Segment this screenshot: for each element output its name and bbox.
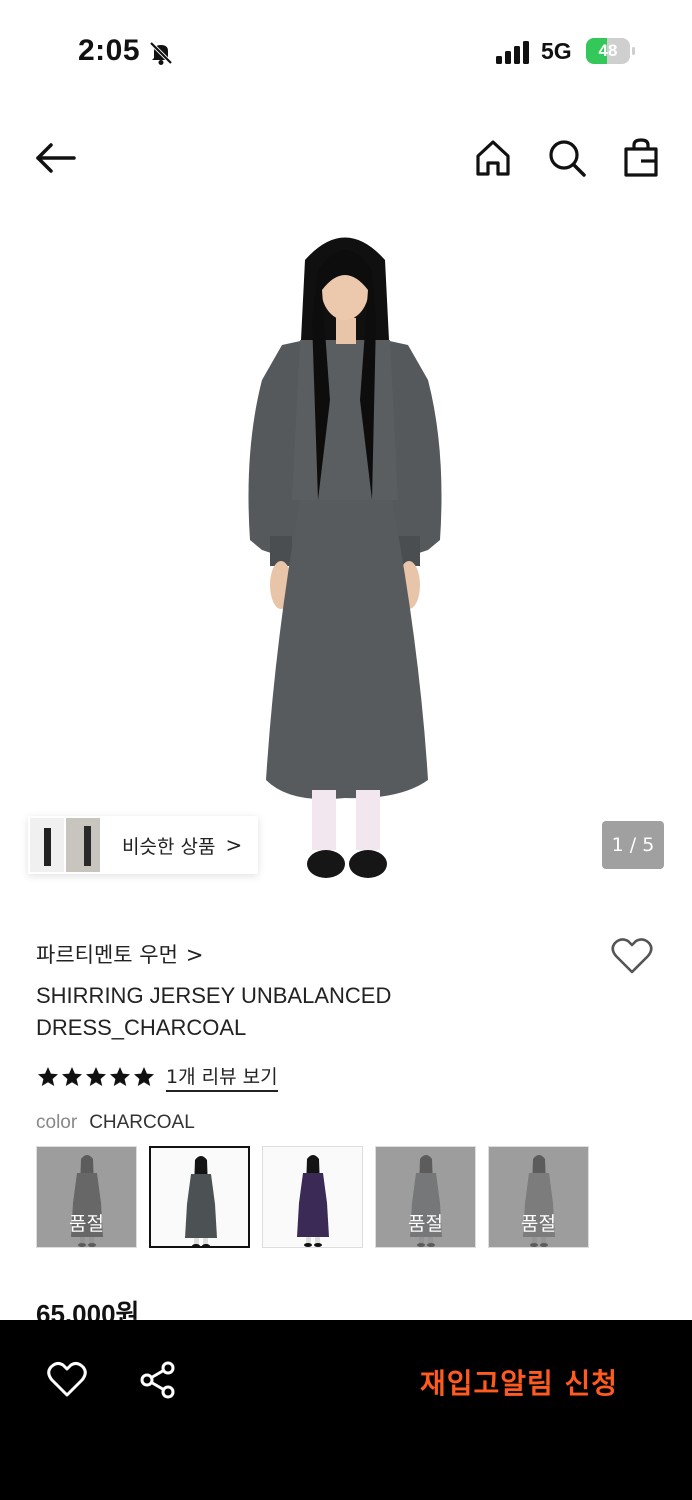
shopping-bag-button[interactable] xyxy=(619,136,663,180)
share-icon[interactable] xyxy=(138,1360,178,1400)
heart-icon[interactable] xyxy=(46,1360,88,1400)
product-image-gallery[interactable]: 비슷한 상품 > 1 / 5 xyxy=(0,200,692,900)
bottom-action-bar: 재입고알림 신청 xyxy=(0,1320,692,1500)
image-counter: 1 / 5 xyxy=(602,821,664,869)
search-icon xyxy=(549,140,586,177)
restock-alert-button[interactable]: 재입고알림 신청 xyxy=(420,1362,618,1402)
battery-level: 48 xyxy=(598,41,618,60)
color-swatches: 품절 품절 품절 xyxy=(36,1146,601,1248)
similar-thumbnail xyxy=(66,818,100,872)
cellular-signal-icon xyxy=(496,41,529,64)
product-photo xyxy=(248,237,442,878)
status-time: 2:05 xyxy=(78,34,141,67)
star-icon xyxy=(62,1067,82,1086)
color-swatch[interactable]: 품절 xyxy=(36,1146,137,1248)
chevron-right-icon: > xyxy=(185,943,204,967)
battery-icon: 48 xyxy=(586,38,636,64)
sold-out-label: 품절 xyxy=(521,1213,556,1235)
color-label: color xyxy=(36,1112,78,1133)
arrow-left-icon xyxy=(36,143,76,173)
rating-stars xyxy=(36,1065,156,1089)
home-button[interactable] xyxy=(471,136,515,180)
sold-out-label: 품절 xyxy=(69,1213,104,1235)
color-swatch[interactable] xyxy=(149,1146,250,1248)
rating-row: 1개 리뷰 보기 xyxy=(36,1062,278,1092)
sold-out-label: 품절 xyxy=(408,1213,443,1235)
brand-name: 파르티멘토 우먼 xyxy=(36,943,178,967)
shopping-bag-icon xyxy=(624,138,658,177)
similar-products-button[interactable]: 비슷한 상품 > xyxy=(28,816,258,874)
product-name: SHIRRING JERSEY UNBALANCED DRESS_CHARCOA… xyxy=(36,983,392,1040)
color-row: color CHARCOAL xyxy=(36,1112,195,1134)
similar-products-label: 비슷한 상품 xyxy=(122,835,216,858)
home-icon xyxy=(476,140,510,176)
similar-thumbnail xyxy=(30,818,64,872)
star-icon xyxy=(38,1067,58,1086)
star-icon xyxy=(110,1067,130,1086)
search-button[interactable] xyxy=(545,136,589,180)
color-swatch[interactable]: 품절 xyxy=(488,1146,589,1248)
star-icon xyxy=(86,1067,106,1086)
star-icon xyxy=(134,1067,154,1086)
network-type: 5G xyxy=(541,38,572,64)
status-bar: 2:05 5G 48 xyxy=(0,0,692,100)
chevron-right-icon: > xyxy=(225,833,243,857)
back-button[interactable] xyxy=(34,136,78,180)
color-value: CHARCOAL xyxy=(89,1112,195,1133)
color-swatch[interactable] xyxy=(262,1146,363,1248)
color-swatch[interactable]: 품절 xyxy=(375,1146,476,1248)
wishlist-heart-icon[interactable] xyxy=(610,936,654,976)
brand-link[interactable]: 파르티멘토 우먼 > xyxy=(36,939,204,969)
review-link[interactable]: 1개 리뷰 보기 xyxy=(166,1062,278,1092)
bell-muted-icon xyxy=(149,41,173,65)
